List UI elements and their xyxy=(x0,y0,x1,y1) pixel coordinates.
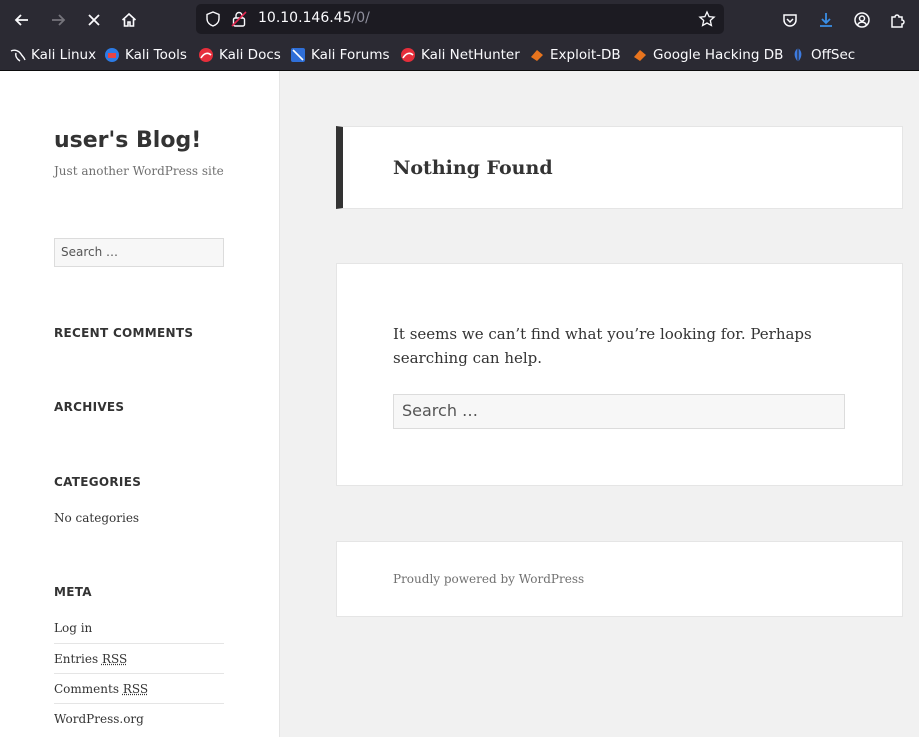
bookmark-label: Kali Linux xyxy=(31,47,97,63)
page-title: Nothing Found xyxy=(393,157,553,179)
categories-empty-text: No categories xyxy=(54,511,140,525)
kali-tools-icon xyxy=(105,48,119,62)
kali-docs-icon xyxy=(199,48,213,62)
account-icon xyxy=(854,12,870,28)
star-icon[interactable] xyxy=(698,10,716,28)
downloads-button[interactable] xyxy=(812,6,840,34)
puzzle-icon xyxy=(891,14,905,28)
meta-comments-rss-link[interactable]: Comments RSS xyxy=(54,673,224,703)
bookmark-offsec[interactable]: OffSec xyxy=(790,46,855,64)
kali-dragon-icon xyxy=(10,49,26,62)
sidebar: user's Blog! Just another WordPress site… xyxy=(0,71,280,737)
kali-forums-icon xyxy=(291,48,305,62)
comments-label: Comments xyxy=(54,682,119,696)
site-title[interactable]: user's Blog! xyxy=(54,128,201,153)
meta-wordpress-org-link[interactable]: WordPress.org xyxy=(54,703,224,733)
browser-toolbar: 10.10.146.45/0/ xyxy=(0,0,919,40)
site-description: Just another WordPress site xyxy=(54,164,224,178)
url-bar[interactable]: 10.10.146.45/0/ xyxy=(196,4,724,34)
bookmark-kali-docs[interactable]: Kali Docs xyxy=(198,46,281,64)
bookmark-kali-forums[interactable]: Kali Forums xyxy=(290,46,390,64)
bookmark-label: Kali Forums xyxy=(311,47,390,63)
kali-nethunter-icon xyxy=(401,48,415,62)
footer-credit-link[interactable]: Proudly powered by WordPress xyxy=(393,572,584,586)
insecure-lock-icon[interactable] xyxy=(230,10,248,28)
content-card: It seems we can’t find what you’re looki… xyxy=(336,263,903,486)
meta-title: META xyxy=(54,585,92,599)
account-button[interactable] xyxy=(848,6,876,34)
download-icon xyxy=(820,13,832,27)
page-header-card: Nothing Found xyxy=(336,126,903,209)
bookmark-kali-linux[interactable]: Kali Linux xyxy=(10,46,96,64)
exploit-db-icon xyxy=(531,50,543,61)
offsec-icon xyxy=(794,48,802,62)
bookmark-label: OffSec xyxy=(811,47,856,63)
bookmark-google-hacking-db[interactable]: Google Hacking DB xyxy=(632,46,783,64)
main-search-input[interactable]: Search … xyxy=(393,394,845,429)
site-footer: Proudly powered by WordPress xyxy=(336,541,903,617)
pocket-button[interactable] xyxy=(776,6,804,34)
bookmark-label: Kali Tools xyxy=(125,47,187,63)
close-icon xyxy=(88,14,100,26)
pocket-icon xyxy=(783,14,797,27)
bookmark-exploit-db[interactable]: Exploit-DB xyxy=(529,46,621,64)
rss-abbr: RSS xyxy=(122,682,149,696)
recent-comments-title: RECENT COMMENTS xyxy=(54,326,194,340)
bookmark-kali-tools[interactable]: Kali Tools xyxy=(104,46,187,64)
shield-icon[interactable] xyxy=(204,10,222,28)
sidebar-search-input[interactable]: Search … xyxy=(54,238,224,267)
meta-entries-rss-link[interactable]: Entries RSS xyxy=(54,643,224,673)
stop-button[interactable] xyxy=(80,6,108,34)
bookmark-label: Kali Docs xyxy=(219,47,281,63)
rss-abbr: RSS xyxy=(101,652,128,666)
page-content: user's Blog! Just another WordPress site… xyxy=(0,71,919,737)
bookmark-label: Exploit-DB xyxy=(550,47,621,63)
url-text: 10.10.146.45/0/ xyxy=(258,10,370,26)
not-found-message: It seems we can’t find what you’re looki… xyxy=(393,325,812,367)
url-host: 10.10.146.45 xyxy=(258,10,352,26)
bookmark-kali-nethunter[interactable]: Kali NetHunter xyxy=(400,46,520,64)
arrow-right-icon xyxy=(52,14,66,26)
archives-title: ARCHIVES xyxy=(54,400,125,414)
url-path: /0/ xyxy=(351,10,370,26)
bookmarks-toolbar: Kali Linux Kali Tools Kali Docs Kali For… xyxy=(0,40,919,71)
entries-label: Entries xyxy=(54,652,99,666)
home-icon xyxy=(121,12,137,27)
back-button[interactable] xyxy=(8,6,36,34)
extensions-button[interactable] xyxy=(884,6,912,34)
bookmark-label: Kali NetHunter xyxy=(421,47,520,63)
arrow-left-icon xyxy=(14,14,28,26)
categories-title: CATEGORIES xyxy=(54,475,142,489)
ghdb-icon xyxy=(634,50,646,61)
bookmark-label: Google Hacking DB xyxy=(653,47,784,63)
forward-button[interactable] xyxy=(44,6,72,34)
home-button[interactable] xyxy=(115,6,143,34)
